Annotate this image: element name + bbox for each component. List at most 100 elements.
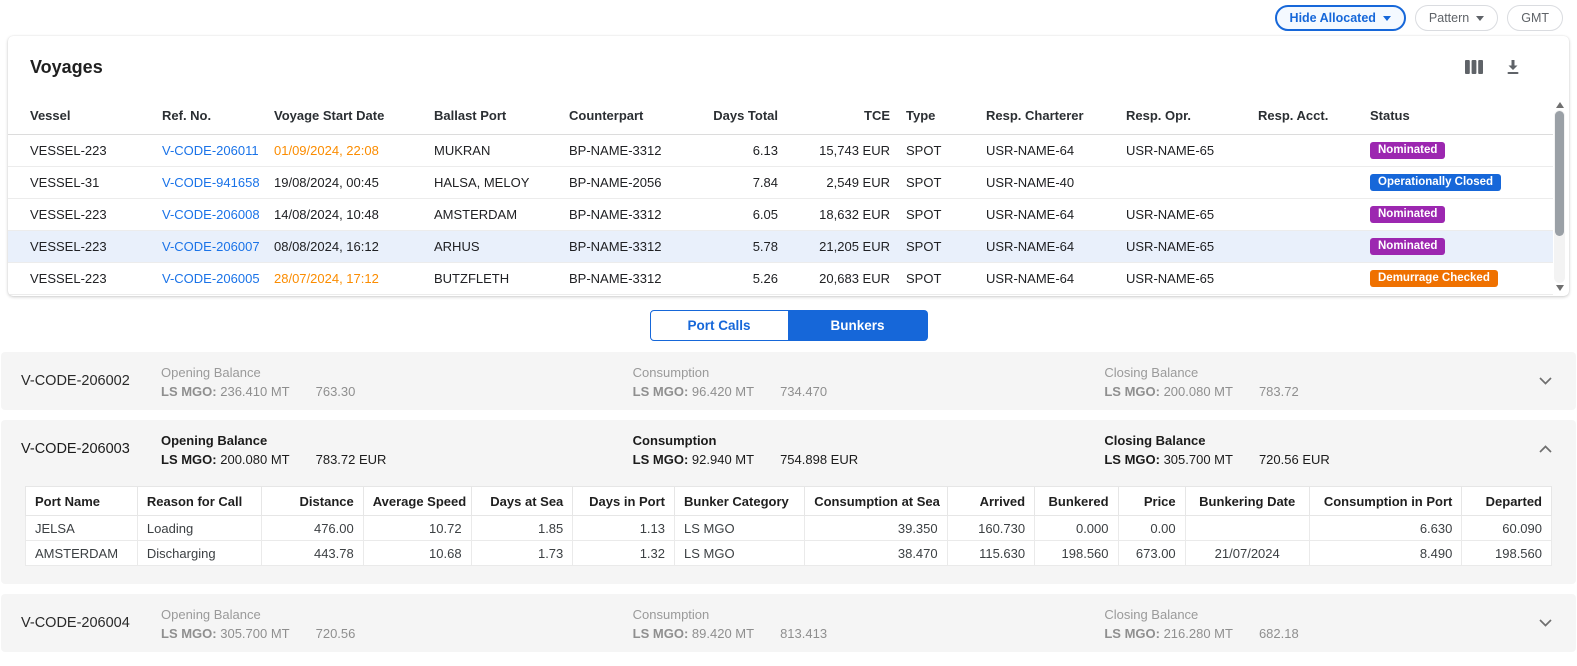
col-ballast-port[interactable]: Ballast Port [426, 98, 561, 134]
counterpart-cell: BP-NAME-3312 [561, 134, 686, 166]
col-bunkered[interactable]: Bunkered [1035, 487, 1118, 516]
bunker-category-cell: LS MGO [675, 541, 805, 566]
avg-speed-cell: 10.68 [363, 541, 471, 566]
bunkering-date-cell [1185, 516, 1309, 541]
tce-cell: 20,683 EUR [786, 262, 898, 294]
col-reason-for-call[interactable]: Reason for Call [137, 487, 261, 516]
counterpart-cell: BP-NAME-2056 [561, 166, 686, 198]
table-header-row: Vessel Ref. No. Voyage Start Date Ballas… [8, 98, 1553, 134]
col-type[interactable]: Type [898, 98, 978, 134]
group-value: LS MGO: 200.080 MT783.72 [1104, 384, 1576, 399]
fuel-amount: 783.72 EUR [316, 452, 387, 467]
ref-link[interactable]: V-CODE-941658 [162, 175, 260, 190]
resp-charterer-cell: USR-NAME-64 [978, 230, 1118, 262]
bunkered-cell: 198.560 [1035, 541, 1118, 566]
scroll-down-icon[interactable] [1556, 285, 1564, 291]
col-days-in-port[interactable]: Days in Port [573, 487, 675, 516]
arrived-cell: 160.730 [947, 516, 1034, 541]
bunkers-row[interactable]: JELSA Loading 476.00 10.72 1.85 1.13 LS … [26, 516, 1552, 541]
scroll-up-icon[interactable] [1556, 102, 1564, 108]
col-days-total[interactable]: Days Total [686, 98, 786, 134]
group-label: Consumption [633, 365, 1105, 380]
fuel-label: LS MGO: [1104, 452, 1160, 467]
fuel-qty: 305.700 MT [1164, 452, 1233, 467]
download-icon[interactable] [1505, 59, 1521, 75]
gmt-button[interactable]: GMT [1507, 5, 1563, 31]
resp-charterer-cell: USR-NAME-64 [978, 134, 1118, 166]
days-at-sea-cell: 1.73 [471, 541, 573, 566]
fuel-label: LS MGO: [633, 626, 689, 641]
section-header[interactable]: V-CODE-206003 Opening Balance LS MGO: 20… [1, 420, 1576, 478]
counterpart-cell: BP-NAME-3312 [561, 262, 686, 294]
pattern-button[interactable]: Pattern [1415, 5, 1498, 31]
bunkers-detail: Port Name Reason for Call Distance Avera… [1, 478, 1576, 584]
columns-icon[interactable] [1465, 60, 1483, 74]
col-port-name[interactable]: Port Name [26, 487, 138, 516]
col-bunkering-date[interactable]: Bunkering Date [1185, 487, 1309, 516]
resp-acct-cell [1250, 198, 1362, 230]
reason-cell: Discharging [137, 541, 261, 566]
start-date-cell: 19/08/2024, 00:45 [266, 166, 426, 198]
status-badge: Demurrage Checked [1370, 270, 1498, 288]
ref-link[interactable]: V-CODE-206008 [162, 207, 260, 222]
scrollbar-thumb[interactable] [1555, 111, 1564, 236]
voyage-code: V-CODE-206002 [21, 373, 161, 389]
group-value: LS MGO: 216.280 MT682.18 [1104, 626, 1576, 641]
col-distance[interactable]: Distance [262, 487, 364, 516]
bunkers-row[interactable]: AMSTERDAM Discharging 443.78 10.68 1.73 … [26, 541, 1552, 566]
table-row[interactable]: VESSEL-223 V-CODE-206005 28/07/2024, 17:… [8, 262, 1553, 294]
col-tce[interactable]: TCE [786, 98, 898, 134]
section-header[interactable]: V-CODE-206004 Opening Balance LS MGO: 30… [1, 594, 1576, 652]
col-resp-opr[interactable]: Resp. Opr. [1118, 98, 1250, 134]
ref-link[interactable]: V-CODE-206007 [162, 239, 260, 254]
col-resp-charterer[interactable]: Resp. Charterer [978, 98, 1118, 134]
col-status[interactable]: Status [1362, 98, 1553, 134]
col-ref-no[interactable]: Ref. No. [154, 98, 266, 134]
chevron-up-icon[interactable] [1539, 445, 1552, 453]
fuel-amount: 754.898 EUR [780, 452, 858, 467]
vessel-cell: VESSEL-223 [8, 198, 154, 230]
chevron-down-icon[interactable] [1539, 619, 1552, 627]
days-in-port-cell: 1.13 [573, 516, 675, 541]
fuel-qty: 92.940 MT [692, 452, 754, 467]
scrollbar-track[interactable] [1554, 110, 1565, 283]
col-average-speed[interactable]: Average Speed [363, 487, 471, 516]
col-price[interactable]: Price [1118, 487, 1185, 516]
group-label: Closing Balance [1104, 607, 1576, 622]
col-arrived[interactable]: Arrived [947, 487, 1034, 516]
group-label: Opening Balance [161, 607, 633, 622]
port-name-cell: AMSTERDAM [26, 541, 138, 566]
distance-cell: 476.00 [262, 516, 364, 541]
table-row-selected[interactable]: VESSEL-223 V-CODE-206007 08/08/2024, 16:… [8, 230, 1553, 262]
hide-allocated-button[interactable]: Hide Allocated [1275, 5, 1406, 31]
tab-port-calls[interactable]: Port Calls [650, 310, 789, 341]
col-bunker-category[interactable]: Bunker Category [675, 487, 805, 516]
col-voyage-start-date[interactable]: Voyage Start Date [266, 98, 426, 134]
col-counterpart[interactable]: Counterpart [561, 98, 686, 134]
group-value: LS MGO: 92.940 MT754.898 EUR [633, 452, 1105, 467]
chevron-down-icon[interactable] [1539, 377, 1552, 385]
col-vessel[interactable]: Vessel [8, 98, 154, 134]
col-consumption-at-sea[interactable]: Consumption at Sea [805, 487, 947, 516]
tab-bunkers[interactable]: Bunkers [789, 310, 928, 341]
table-row[interactable]: VESSEL-223 V-CODE-206008 14/08/2024, 10:… [8, 198, 1553, 230]
group-value: LS MGO: 89.420 MT813.413 [633, 626, 1105, 641]
col-departed[interactable]: Departed [1462, 487, 1552, 516]
resp-acct-cell [1250, 262, 1362, 294]
section-header[interactable]: V-CODE-206002 Opening Balance LS MGO: 23… [1, 352, 1576, 410]
avg-speed-cell: 10.72 [363, 516, 471, 541]
opening-balance-group: Opening Balance LS MGO: 305.700 MT720.56 [161, 597, 633, 649]
resp-opr-cell: USR-NAME-65 [1118, 198, 1250, 230]
col-consumption-in-port[interactable]: Consumption in Port [1309, 487, 1462, 516]
page-title: Voyages [30, 57, 103, 78]
fuel-qty: 89.420 MT [692, 626, 754, 641]
start-date-cell: 14/08/2024, 10:48 [266, 198, 426, 230]
table-scrollbar[interactable] [1553, 100, 1566, 293]
resp-opr-cell [1118, 166, 1250, 198]
table-row[interactable]: VESSEL-31 V-CODE-941658 19/08/2024, 00:4… [8, 166, 1553, 198]
ref-link[interactable]: V-CODE-206011 [162, 143, 259, 158]
col-days-at-sea[interactable]: Days at Sea [471, 487, 573, 516]
col-resp-acct[interactable]: Resp. Acct. [1250, 98, 1362, 134]
table-row[interactable]: VESSEL-223 V-CODE-206011 01/09/2024, 22:… [8, 134, 1553, 166]
ref-link[interactable]: V-CODE-206005 [162, 271, 260, 286]
